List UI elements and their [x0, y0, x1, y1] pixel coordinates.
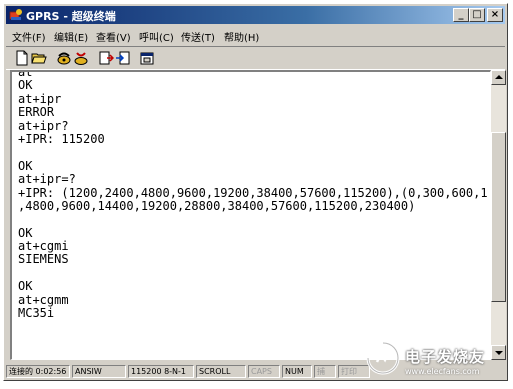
terminal-line: OK: [18, 158, 33, 173]
arrow-up-icon: [495, 75, 503, 79]
receive-file-icon[interactable]: [115, 50, 131, 66]
terminal-output: at OK at+ipr ERROR at+ipr? +IPR: 115200 OK at+i…: [18, 70, 488, 334]
watermark-logo-icon: [366, 341, 400, 375]
terminal-line: at+ipr: [18, 91, 62, 106]
terminal-line: at+cgmi: [18, 239, 69, 254]
status-port-settings: 115200 8-N-1: [128, 365, 194, 378]
status-scroll: SCROLL: [196, 365, 246, 378]
terminal-line: OK: [18, 78, 33, 93]
close-button[interactable]: ×: [487, 8, 503, 22]
terminal-line: +IPR: (1200,2400,4800,9600,19200,38400,5…: [18, 185, 488, 200]
menu-file[interactable]: 文件(F): [12, 29, 46, 44]
scroll-up-button[interactable]: [491, 70, 506, 85]
terminal-line: at: [18, 70, 33, 79]
watermark-name: 电子发烧友: [405, 348, 486, 366]
menu-edit[interactable]: 编辑(E): [54, 29, 88, 44]
menu-call[interactable]: 呼叫(C): [139, 29, 174, 44]
terminal-screen[interactable]: at OK at+ipr ERROR at+ipr? +IPR: 115200 OK at+i…: [10, 70, 491, 360]
status-capture: 捕: [314, 365, 336, 378]
call-icon[interactable]: [56, 50, 72, 66]
watermark-url: www.elecfans.com: [405, 367, 480, 376]
maximize-button[interactable]: □: [469, 8, 485, 22]
minimize-button[interactable]: _: [453, 8, 469, 22]
terminal-line: OK: [18, 225, 33, 240]
watermark: 电子发烧友 www.elecfans.com: [365, 340, 513, 389]
disconnect-icon[interactable]: [73, 50, 89, 66]
menu-transfer[interactable]: 传送(T): [181, 29, 215, 44]
hyperterminal-app-icon: [9, 9, 22, 20]
properties-icon[interactable]: [140, 50, 156, 66]
minimize-icon: _: [458, 9, 464, 20]
terminal-line: OK: [18, 279, 33, 294]
new-document-icon[interactable]: [14, 50, 30, 66]
terminal-line: at+ipr?: [18, 118, 69, 133]
terminal-line: SIEMENS: [18, 252, 69, 267]
menu-bar: 文件(F) 编辑(E) 查看(V) 呼叫(C) 传送(T) 帮助(H): [6, 26, 505, 44]
vertical-scrollbar[interactable]: [491, 70, 506, 360]
terminal-line: MC35i: [18, 306, 55, 321]
terminal-line: at+ipr=?: [18, 172, 76, 187]
status-emulation: ANSIW: [72, 365, 126, 378]
title-bar[interactable]: GPRS - 超级终端 _ □ ×: [6, 6, 505, 24]
menu-help[interactable]: 帮助(H): [224, 29, 259, 44]
status-connection-time: 连接的 0:02:56: [6, 365, 70, 378]
toolbar: [6, 46, 505, 70]
status-num: NUM: [282, 365, 312, 378]
status-caps: CAPS: [248, 365, 280, 378]
hyperterminal-window: GPRS - 超级终端 _ □ × 文件(F) 编辑(E) 查看(V) 呼叫(C…: [3, 3, 508, 381]
window-title: GPRS - 超级终端: [26, 10, 116, 23]
maximize-icon: □: [472, 9, 482, 20]
menu-view[interactable]: 查看(V): [96, 29, 131, 44]
terminal-line: ERROR: [18, 105, 55, 120]
send-file-icon[interactable]: [98, 50, 114, 66]
terminal-line: ,4800,9600,14400,19200,28800,38400,57600…: [18, 198, 416, 213]
terminal-line: +IPR: 115200: [18, 131, 105, 146]
close-icon: ×: [490, 9, 500, 20]
terminal-line: at+cgmm: [18, 292, 69, 307]
scrollbar-thumb[interactable]: [491, 132, 506, 302]
open-folder-icon[interactable]: [31, 50, 47, 66]
